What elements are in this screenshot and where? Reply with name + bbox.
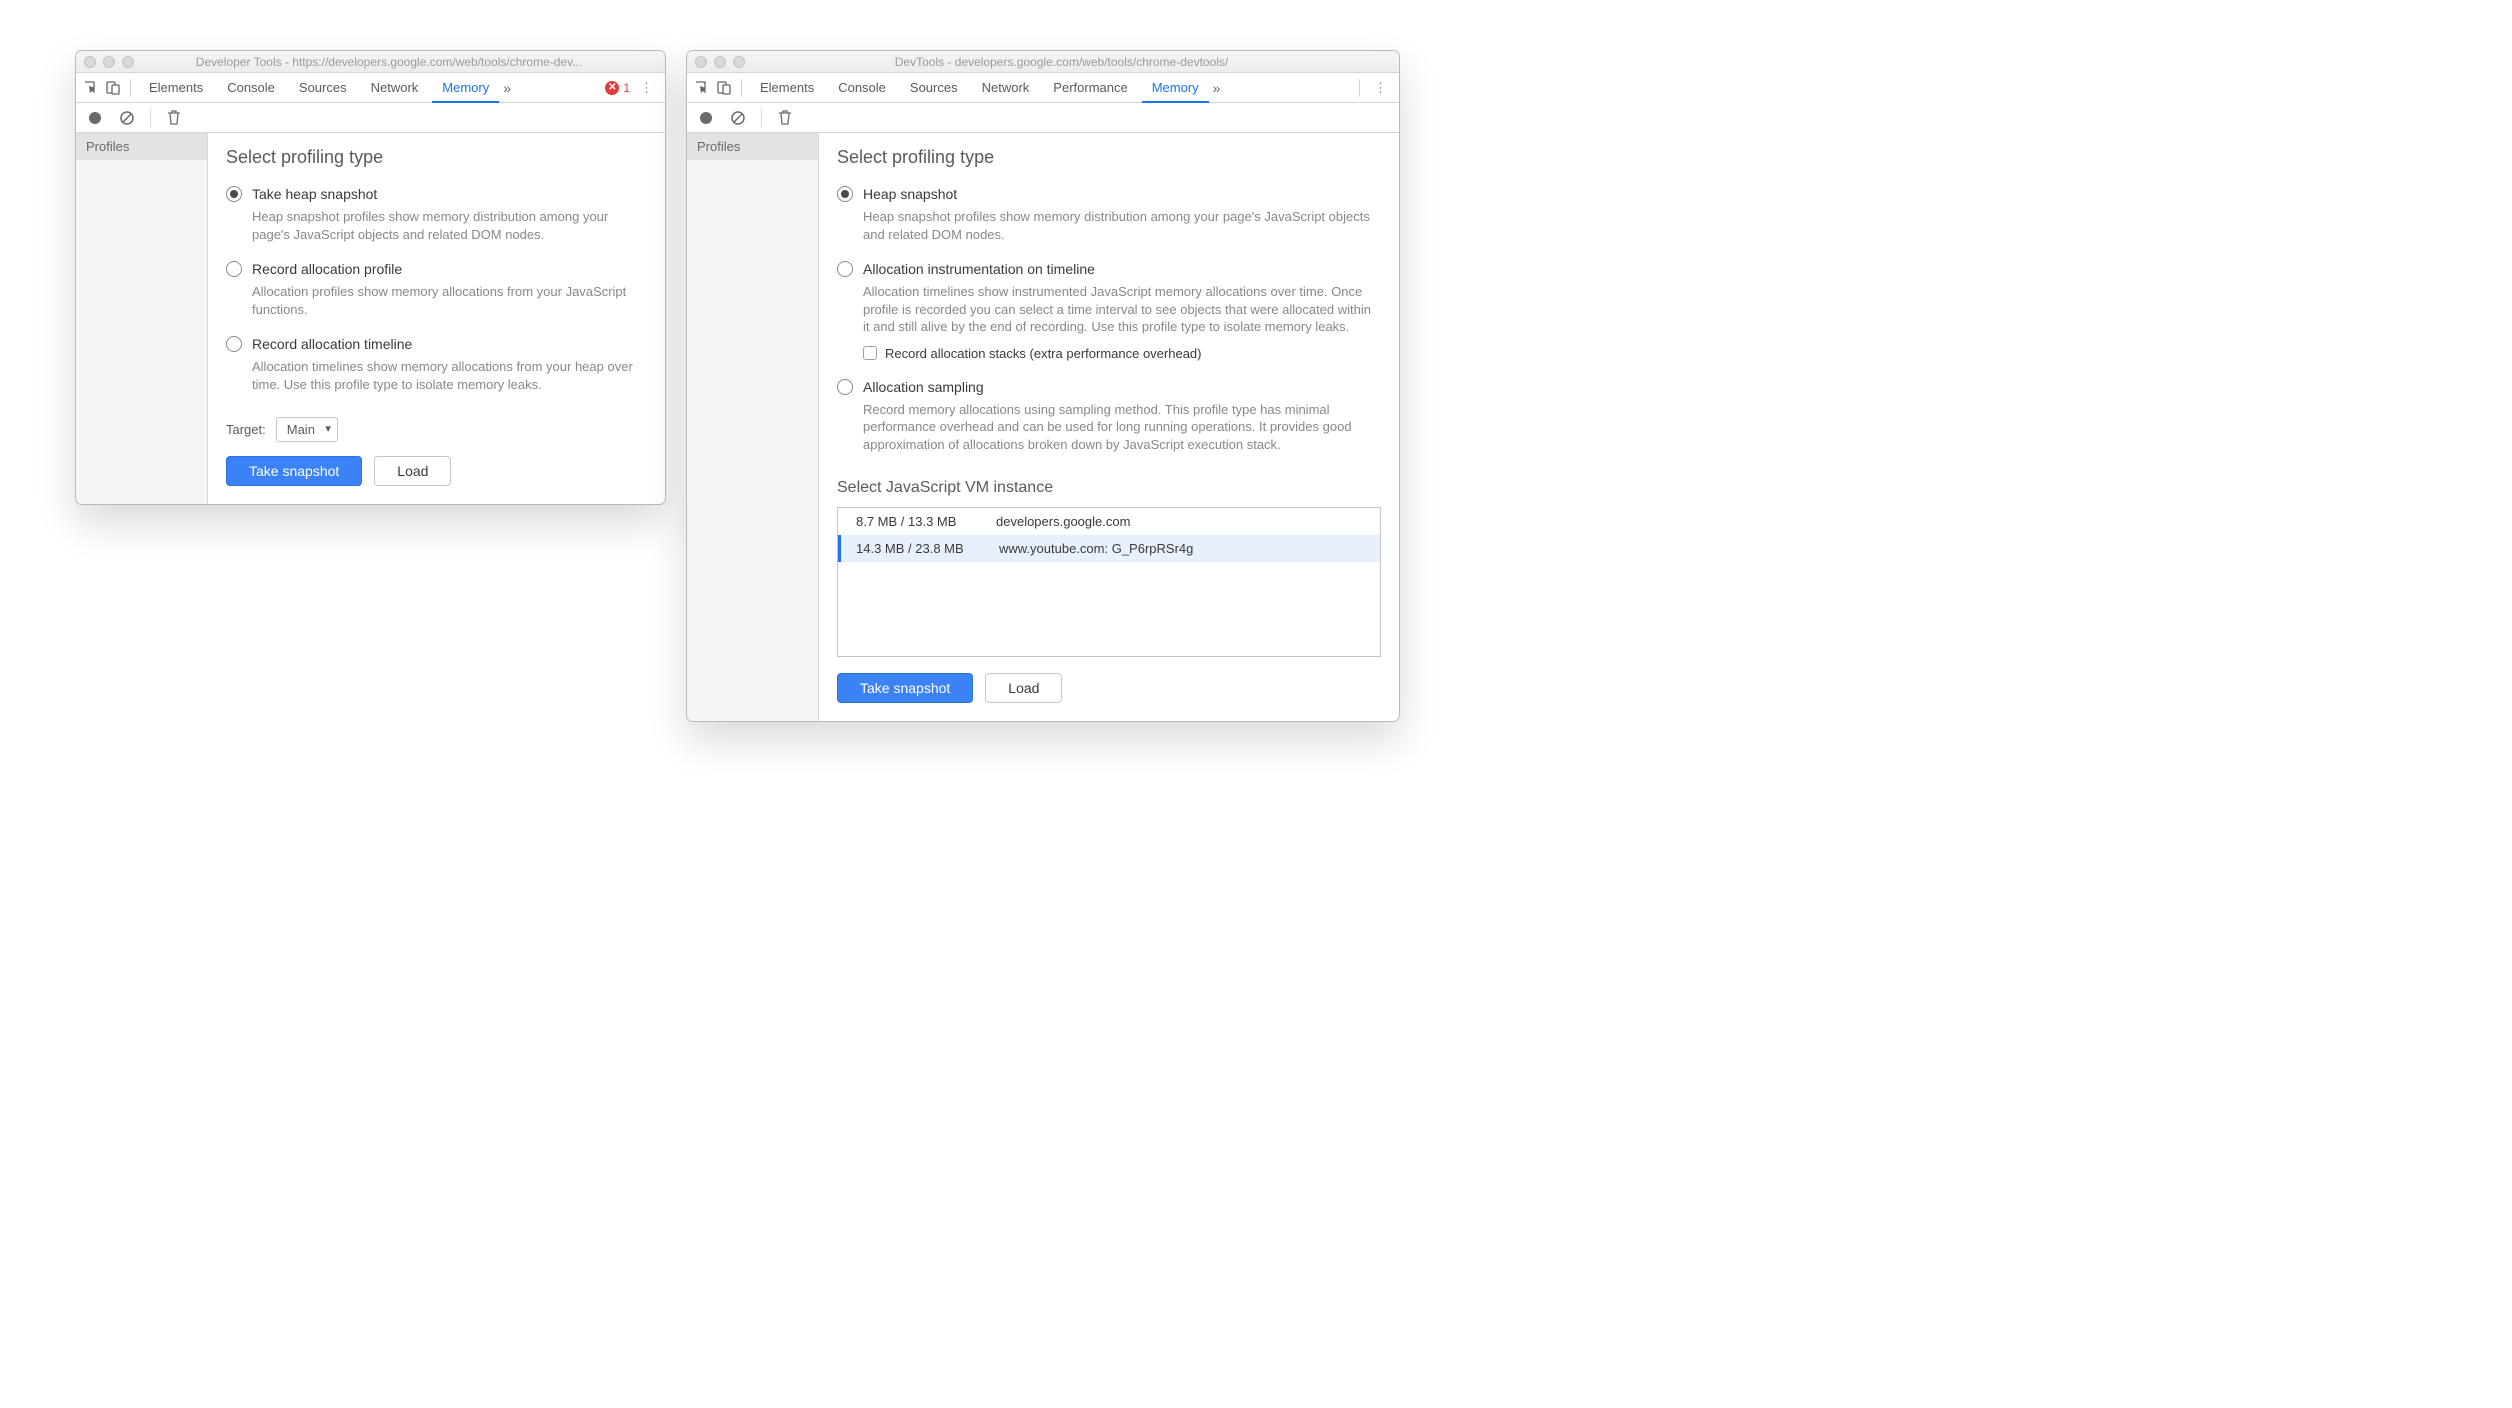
vm-name: www.youtube.com: G_P6rpRSr4g (991, 541, 1380, 556)
devtools-window-left: Developer Tools - https://developers.goo… (75, 50, 666, 505)
radio-icon[interactable] (837, 261, 853, 277)
titlebar: Developer Tools - https://developers.goo… (76, 51, 665, 73)
load-button[interactable]: Load (985, 673, 1062, 703)
error-icon: ✕ (605, 81, 619, 95)
radio-icon[interactable] (226, 336, 242, 352)
option-heap-snapshot[interactable]: Take heap snapshot Heap snapshot profile… (226, 186, 647, 243)
option-desc: Allocation timelines show memory allocat… (252, 358, 647, 393)
take-snapshot-button[interactable]: Take snapshot (837, 673, 973, 703)
sidebar-header: Profiles (687, 133, 818, 160)
option-title: Heap snapshot (863, 186, 957, 202)
tab-sources[interactable]: Sources (900, 73, 968, 103)
section-title: Select profiling type (837, 147, 1381, 168)
option-alloc-profile[interactable]: Record allocation profile Allocation pro… (226, 261, 647, 318)
traffic-lights (84, 56, 134, 68)
tabs-overflow-icon[interactable]: » (503, 80, 511, 96)
tab-console[interactable]: Console (217, 73, 285, 103)
menu-icon[interactable]: ⋮ (1368, 80, 1393, 96)
load-button[interactable]: Load (374, 456, 451, 486)
checkbox-label: Record allocation stacks (extra performa… (885, 346, 1201, 361)
close-dot[interactable] (695, 56, 707, 68)
record-icon[interactable] (697, 112, 715, 124)
window-title: DevTools - developers.google.com/web/too… (752, 55, 1391, 69)
record-icon[interactable] (86, 112, 104, 124)
profiling-pane: Select profiling type Heap snapshot Heap… (819, 133, 1399, 721)
option-alloc-sampling[interactable]: Allocation sampling Record memory alloca… (837, 379, 1381, 454)
minimize-dot[interactable] (103, 56, 115, 68)
radio-icon[interactable] (837, 379, 853, 395)
option-desc: Allocation timelines show instrumented J… (863, 283, 1381, 336)
traffic-lights (695, 56, 745, 68)
option-title: Allocation sampling (863, 379, 984, 395)
radio-icon[interactable] (226, 261, 242, 277)
take-snapshot-button[interactable]: Take snapshot (226, 456, 362, 486)
section-title: Select profiling type (226, 147, 647, 168)
minimize-dot[interactable] (714, 56, 726, 68)
sidebar-header: Profiles (76, 133, 207, 160)
tab-elements[interactable]: Elements (139, 73, 213, 103)
tab-performance[interactable]: Performance (1043, 73, 1137, 103)
tabs-overflow-icon[interactable]: » (1213, 80, 1221, 96)
vm-row[interactable]: 8.7 MB / 13.3 MB developers.google.com (838, 508, 1380, 535)
tab-sources[interactable]: Sources (289, 73, 357, 103)
vm-name: developers.google.com (988, 514, 1380, 529)
inspect-icon[interactable] (693, 80, 711, 96)
radio-icon[interactable] (226, 186, 242, 202)
vm-row[interactable]: 14.3 MB / 23.8 MB www.youtube.com: G_P6r… (838, 535, 1380, 562)
error-badge[interactable]: ✕ 1 (605, 81, 630, 95)
tab-memory[interactable]: Memory (1142, 73, 1209, 103)
clear-icon[interactable] (118, 110, 136, 126)
trash-icon[interactable] (776, 110, 794, 126)
option-desc: Record memory allocations using sampling… (863, 401, 1381, 454)
option-alloc-timeline[interactable]: Allocation instrumentation on timeline A… (837, 261, 1381, 361)
device-icon[interactable] (104, 80, 122, 96)
zoom-dot[interactable] (733, 56, 745, 68)
target-label: Target: (226, 422, 266, 437)
tab-elements[interactable]: Elements (750, 73, 824, 103)
target-select[interactable]: Main (276, 417, 338, 442)
menu-icon[interactable]: ⋮ (634, 80, 659, 96)
error-count: 1 (623, 81, 630, 95)
clear-icon[interactable] (729, 110, 747, 126)
tab-memory[interactable]: Memory (432, 73, 499, 103)
radio-icon[interactable] (837, 186, 853, 202)
vm-instance-list: 8.7 MB / 13.3 MB developers.google.com 1… (837, 507, 1381, 657)
main-tabbar: Elements Console Sources Network Perform… (687, 73, 1399, 103)
vm-memory: 8.7 MB / 13.3 MB (838, 514, 988, 529)
memory-toolbar (687, 103, 1399, 133)
window-title: Developer Tools - https://developers.goo… (141, 55, 657, 69)
tab-network[interactable]: Network (361, 73, 429, 103)
close-dot[interactable] (84, 56, 96, 68)
profiles-sidebar: Profiles (687, 133, 819, 721)
option-desc: Heap snapshot profiles show memory distr… (252, 208, 647, 243)
device-icon[interactable] (715, 80, 733, 96)
memory-toolbar (76, 103, 665, 133)
option-desc: Allocation profiles show memory allocati… (252, 283, 647, 318)
checkbox-icon[interactable] (863, 346, 877, 360)
option-title: Take heap snapshot (252, 186, 377, 202)
profiles-sidebar: Profiles (76, 133, 208, 504)
main-tabbar: Elements Console Sources Network Memory … (76, 73, 665, 103)
profiling-pane: Select profiling type Take heap snapshot… (208, 133, 665, 504)
inspect-icon[interactable] (82, 80, 100, 96)
option-heap-snapshot[interactable]: Heap snapshot Heap snapshot profiles sho… (837, 186, 1381, 243)
vm-title: Select JavaScript VM instance (837, 479, 1381, 497)
tab-network[interactable]: Network (972, 73, 1040, 103)
vm-memory: 14.3 MB / 23.8 MB (841, 541, 991, 556)
option-title: Record allocation profile (252, 261, 402, 277)
option-alloc-timeline[interactable]: Record allocation timeline Allocation ti… (226, 336, 647, 393)
option-title: Allocation instrumentation on timeline (863, 261, 1095, 277)
zoom-dot[interactable] (122, 56, 134, 68)
devtools-window-right: DevTools - developers.google.com/web/too… (686, 50, 1400, 722)
trash-icon[interactable] (165, 110, 183, 126)
target-row: Target: Main (226, 417, 647, 442)
option-desc: Heap snapshot profiles show memory distr… (863, 208, 1381, 243)
tab-console[interactable]: Console (828, 73, 896, 103)
option-title: Record allocation timeline (252, 336, 412, 352)
titlebar: DevTools - developers.google.com/web/too… (687, 51, 1399, 73)
record-stacks-checkbox[interactable]: Record allocation stacks (extra performa… (863, 346, 1381, 361)
